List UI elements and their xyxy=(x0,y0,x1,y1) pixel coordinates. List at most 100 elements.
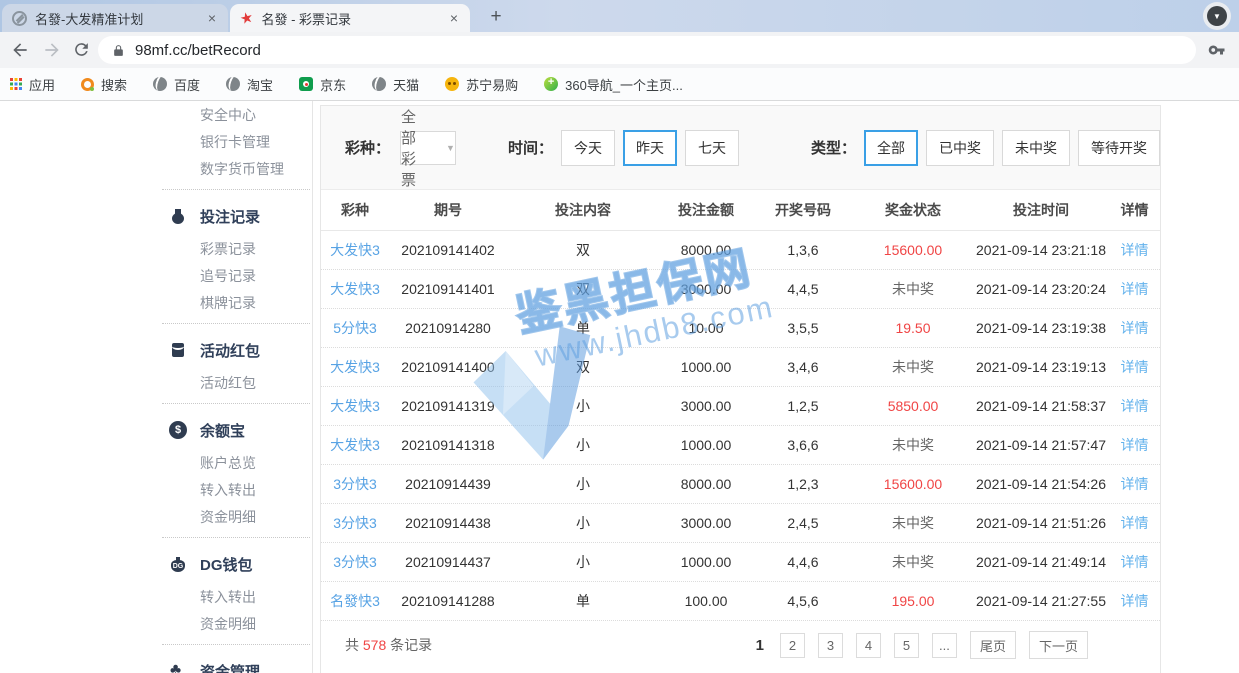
filter-button-等待开奖[interactable]: 等待开奖 xyxy=(1078,130,1160,166)
back-button[interactable] xyxy=(10,40,30,60)
column-header-期号: 期号 xyxy=(389,200,507,220)
cell-numbers: 1,2,5 xyxy=(753,398,853,414)
forward-button[interactable] xyxy=(42,40,62,60)
cell-content: 小 xyxy=(507,396,659,416)
cell-time: 2021-09-14 21:54:26 xyxy=(973,476,1109,492)
key-icon[interactable] xyxy=(1208,41,1226,64)
table-body: 大发快3202109141402双8000.001,3,615600.00202… xyxy=(321,231,1160,621)
sidebar-section-余额宝[interactable]: 余额宝 xyxy=(160,410,312,450)
sidebar-item-资金明细[interactable]: 资金明细 xyxy=(160,504,312,531)
cell-issue: 202109141318 xyxy=(389,437,507,453)
refresh-button[interactable] xyxy=(72,40,92,60)
table-row: 大发快3202109141319小3000.001,2,55850.002021… xyxy=(321,387,1160,426)
detail-link[interactable]: 详情 xyxy=(1109,240,1160,260)
filter-button-七天[interactable]: 七天 xyxy=(685,130,739,166)
column-header-投注时间: 投注时间 xyxy=(973,200,1109,220)
bookmark-item[interactable]: 360导航_一个主页... xyxy=(544,75,683,94)
bookmark-label: 苏宁易购 xyxy=(466,75,518,94)
sidebar-section-资金管理[interactable]: 资金管理 xyxy=(160,651,312,673)
sidebar-section-投注记录[interactable]: 投注记录 xyxy=(160,196,312,236)
bookmark-item[interactable]: 苏宁易购 xyxy=(445,75,518,94)
bookmark-item[interactable]: 天猫 xyxy=(372,75,419,94)
bookmark-item[interactable]: 搜索 xyxy=(81,75,127,94)
page-button-2[interactable]: 2 xyxy=(780,633,805,658)
next-page-button[interactable]: 下一页 xyxy=(1029,631,1088,659)
new-tab-button[interactable]: + xyxy=(484,5,508,29)
cell-issue: 202109141402 xyxy=(389,242,507,258)
detail-link[interactable]: 详情 xyxy=(1109,591,1160,611)
chevron-down-icon: ▼ xyxy=(1207,6,1227,26)
filter-button-今天[interactable]: 今天 xyxy=(561,130,615,166)
cell-issue: 202109141288 xyxy=(389,593,507,609)
cell-time: 2021-09-14 21:57:47 xyxy=(973,437,1109,453)
sidebar-divider xyxy=(162,537,310,538)
filter-button-全部[interactable]: 全部 xyxy=(864,130,918,166)
sidebar-item-账户总览[interactable]: 账户总览 xyxy=(160,450,312,477)
bookmark-item[interactable]: 应用 xyxy=(10,75,55,94)
page-button-5[interactable]: 5 xyxy=(894,633,919,658)
close-icon[interactable]: × xyxy=(448,10,460,26)
sidebar-divider xyxy=(162,323,310,324)
bookmark-label: 淘宝 xyxy=(247,75,273,94)
bookmark-item[interactable]: 百度 xyxy=(153,75,200,94)
last-page-button[interactable]: 尾页 xyxy=(970,631,1016,659)
cell-status: 195.00 xyxy=(853,593,973,609)
sidebar-item-棋牌记录[interactable]: 棋牌记录 xyxy=(160,290,312,317)
cell-issue: 202109141401 xyxy=(389,281,507,297)
table-row: 大发快3202109141318小1000.003,6,6未中奖2021-09-… xyxy=(321,426,1160,465)
sidebar-divider xyxy=(162,403,310,404)
moneybag-icon xyxy=(169,207,187,225)
detail-link[interactable]: 详情 xyxy=(1109,474,1160,494)
detail-link[interactable]: 详情 xyxy=(1109,396,1160,416)
tab-title: 名發 - 彩票记录 xyxy=(261,9,439,28)
filter-button-昨天[interactable]: 昨天 xyxy=(623,130,677,166)
lottery-select[interactable]: 全部彩票 ▼ xyxy=(400,131,456,165)
sidebar-item-转入转出[interactable]: 转入转出 xyxy=(160,477,312,504)
tab-bet-record[interactable]: ★ 名發 - 彩票记录 × xyxy=(230,4,470,32)
filter-button-已中奖[interactable]: 已中奖 xyxy=(926,130,994,166)
cell-status: 未中奖 xyxy=(853,279,973,299)
detail-link[interactable]: 详情 xyxy=(1109,552,1160,572)
cell-status: 未中奖 xyxy=(853,435,973,455)
sidebar-item-安全中心[interactable]: 安全中心 xyxy=(160,102,312,129)
time-filter-group: 今天昨天七天 xyxy=(553,130,739,166)
detail-link[interactable]: 详情 xyxy=(1109,279,1160,299)
bookmark-label: 天猫 xyxy=(393,75,419,94)
page-button-...[interactable]: ... xyxy=(932,633,957,658)
cell-amount: 8000.00 xyxy=(659,476,753,492)
filter-button-未中奖[interactable]: 未中奖 xyxy=(1002,130,1070,166)
tab-plan[interactable]: 名發-大发精准计划 × xyxy=(2,4,228,32)
sidebar-item-彩票记录[interactable]: 彩票记录 xyxy=(160,236,312,263)
cell-amount: 3000.00 xyxy=(659,515,753,531)
cell-content: 双 xyxy=(507,279,659,299)
page-button-4[interactable]: 4 xyxy=(856,633,881,658)
cell-content: 小 xyxy=(507,513,659,533)
table-row: 3分快320210914438小3000.002,4,5未中奖2021-09-1… xyxy=(321,504,1160,543)
detail-link[interactable]: 详情 xyxy=(1109,318,1160,338)
cell-lottery: 3分快3 xyxy=(321,513,389,533)
sidebar-item-转入转出[interactable]: 转入转出 xyxy=(160,584,312,611)
close-icon[interactable]: × xyxy=(206,10,218,26)
page-button-3[interactable]: 3 xyxy=(818,633,843,658)
sidebar-section-活动红包[interactable]: 活动红包 xyxy=(160,330,312,370)
cell-time: 2021-09-14 21:51:26 xyxy=(973,515,1109,531)
sidebar-item-追号记录[interactable]: 追号记录 xyxy=(160,263,312,290)
profile-button[interactable]: ▼ xyxy=(1203,2,1231,30)
sidebar-item-资金明细[interactable]: 资金明细 xyxy=(160,611,312,638)
sidebar-item-活动红包[interactable]: 活动红包 xyxy=(160,370,312,397)
cell-lottery: 3分快3 xyxy=(321,474,389,494)
detail-link[interactable]: 详情 xyxy=(1109,357,1160,377)
sidebar-section-DG钱包[interactable]: DG钱包 xyxy=(160,544,312,584)
sidebar-item-数字货币管理[interactable]: 数字货币管理 xyxy=(160,156,312,183)
bookmark-item[interactable]: 京东 xyxy=(299,75,346,94)
cell-amount: 3000.00 xyxy=(659,398,753,414)
globe-icon xyxy=(153,77,167,91)
sidebar-item-银行卡管理[interactable]: 银行卡管理 xyxy=(160,129,312,156)
cell-time: 2021-09-14 21:58:37 xyxy=(973,398,1109,414)
cell-amount: 8000.00 xyxy=(659,242,753,258)
url-bar[interactable]: 98mf.cc/betRecord xyxy=(98,36,1196,64)
bookmark-item[interactable]: 淘宝 xyxy=(226,75,273,94)
detail-link[interactable]: 详情 xyxy=(1109,513,1160,533)
sidebar-section-label: 资金管理 xyxy=(200,661,260,673)
detail-link[interactable]: 详情 xyxy=(1109,435,1160,455)
